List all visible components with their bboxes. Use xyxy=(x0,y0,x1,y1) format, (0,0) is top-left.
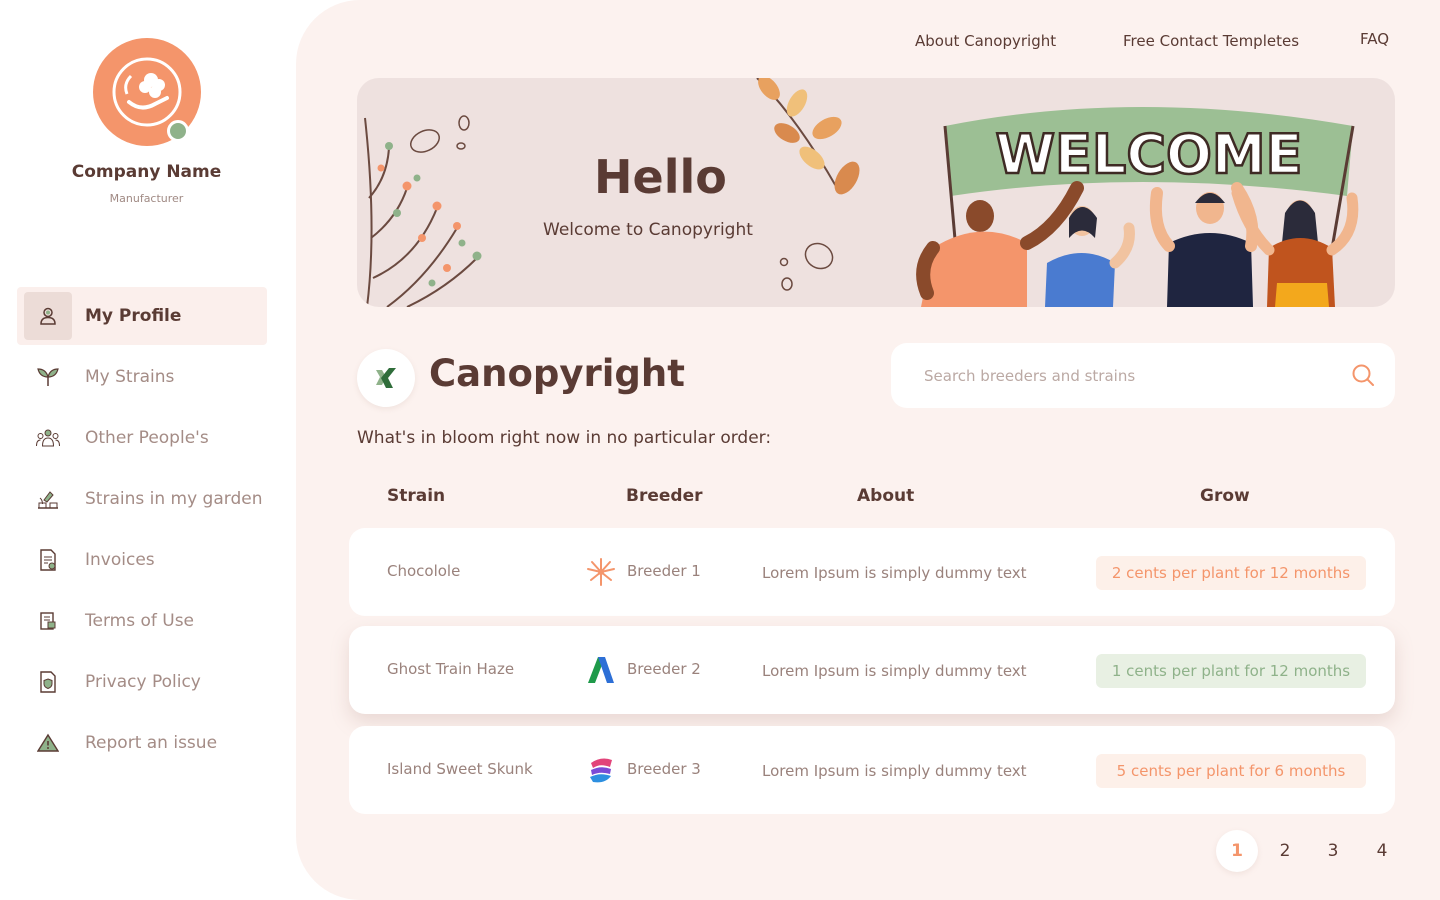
banner-flag-text: WELCOME xyxy=(995,123,1302,186)
grow-badge: 1 cents per plant for 12 months xyxy=(1096,654,1366,688)
document-icon xyxy=(24,597,72,645)
faq-link[interactable]: FAQ xyxy=(1360,30,1389,48)
sidebar-item-terms-of-use[interactable]: Terms of Use xyxy=(17,592,287,650)
page-4-button[interactable]: 4 xyxy=(1361,830,1403,872)
about-text: Lorem Ipsum is simply dummy text xyxy=(762,662,1027,680)
breeder-2-logo-icon xyxy=(588,657,614,683)
shield-document-icon xyxy=(24,658,72,706)
breeder-name[interactable]: Breeder 1 xyxy=(627,562,701,580)
search-bar xyxy=(891,343,1395,408)
invoice-icon xyxy=(24,536,72,584)
breeder-3-logo-icon xyxy=(590,758,612,783)
status-dot xyxy=(167,120,189,142)
sidebar-item-label: Privacy Policy xyxy=(85,672,201,692)
warning-icon xyxy=(24,719,72,767)
table-row[interactable]: Chocolole Breeder 1 Lorem Ipsum is simpl… xyxy=(349,528,1395,616)
sidebar-item-invoices[interactable]: Invoices xyxy=(17,531,287,589)
breeder-name[interactable]: Breeder 2 xyxy=(627,660,701,678)
banner-subtitle: Welcome to Canopyright xyxy=(543,220,753,240)
page-2-button[interactable]: 2 xyxy=(1264,830,1306,872)
hand-flower-icon xyxy=(112,57,182,127)
sidebar-item-label: My Profile xyxy=(85,306,182,326)
column-header-grow: Grow xyxy=(1200,486,1250,506)
about-text: Lorem Ipsum is simply dummy text xyxy=(762,762,1027,780)
xing-icon xyxy=(376,368,396,388)
strain-name: Island Sweet Skunk xyxy=(387,760,533,778)
sidebar-item-other-peoples[interactable]: Other People's xyxy=(17,409,287,467)
sidebar-item-report-an-issue[interactable]: Report an issue xyxy=(17,714,287,772)
banner-hello: Hello xyxy=(594,150,727,204)
about-text: Lorem Ipsum is simply dummy text xyxy=(762,564,1027,582)
breeder-name[interactable]: Breeder 3 xyxy=(627,760,701,778)
column-header-breeder: Breeder xyxy=(626,486,703,506)
sidebar-item-my-strains[interactable]: My Strains xyxy=(17,348,287,406)
pagination: 1 2 3 4 xyxy=(296,830,1440,874)
people-icon xyxy=(24,414,72,462)
company-logo[interactable] xyxy=(93,38,201,146)
main-panel: About Canopyright Free Contact Templetes… xyxy=(296,0,1440,900)
company-name: Company Name xyxy=(71,162,222,182)
welcome-banner: WELCOME Hello Welcome to Canopyright xyxy=(357,78,1395,307)
grow-badge: 5 cents per plant for 6 months xyxy=(1096,754,1366,788)
page-3-button[interactable]: 3 xyxy=(1312,830,1354,872)
sidebar-item-label: My Strains xyxy=(85,367,175,387)
banner-illustration: WELCOME xyxy=(364,78,1359,307)
templates-link[interactable]: Free Contact Templetes xyxy=(1123,32,1299,50)
sidebar-item-privacy-policy[interactable]: Privacy Policy xyxy=(17,653,287,711)
brand-title: Canopyright xyxy=(429,352,685,395)
sidebar-item-label: Report an issue xyxy=(85,733,218,753)
search-icon[interactable] xyxy=(1351,363,1375,391)
sidebar: Company Name Manufacturer My Profile My … xyxy=(0,0,296,900)
garden-icon xyxy=(24,475,72,523)
intro-text: What's in bloom right now in no particul… xyxy=(357,428,772,448)
strain-name: Chocolole xyxy=(387,562,461,580)
sidebar-item-label: Strains in my garden xyxy=(85,489,263,509)
table-row[interactable]: Ghost Train Haze Breeder 2 Lorem Ipsum i… xyxy=(349,626,1395,714)
breeder-1-logo-icon xyxy=(587,558,615,586)
sidebar-item-label: Invoices xyxy=(85,550,155,570)
sidebar-item-my-profile[interactable]: My Profile xyxy=(17,287,267,345)
sidebar-item-label: Other People's xyxy=(85,428,209,448)
sidebar-item-strains-in-my-garden[interactable]: Strains in my garden xyxy=(17,470,287,528)
page-1-button[interactable]: 1 xyxy=(1216,830,1258,872)
brand-logo xyxy=(357,349,415,407)
search-input[interactable] xyxy=(924,366,1324,385)
top-nav: About Canopyright Free Contact Templetes… xyxy=(296,30,1440,56)
user-icon xyxy=(24,292,72,340)
grow-badge: 2 cents per plant for 12 months xyxy=(1096,556,1366,590)
sprout-icon xyxy=(24,353,72,401)
sidebar-nav: My Profile My Strains Other People's Str… xyxy=(17,287,287,775)
company-role: Manufacturer xyxy=(109,192,184,205)
sidebar-item-label: Terms of Use xyxy=(85,611,195,631)
column-header-about: About xyxy=(857,486,915,506)
about-link[interactable]: About Canopyright xyxy=(915,32,1056,50)
column-header-strain: Strain xyxy=(387,486,446,506)
strain-name: Ghost Train Haze xyxy=(387,660,515,678)
table-row[interactable]: Island Sweet Skunk Breeder 3 Lorem Ipsum… xyxy=(349,726,1395,814)
